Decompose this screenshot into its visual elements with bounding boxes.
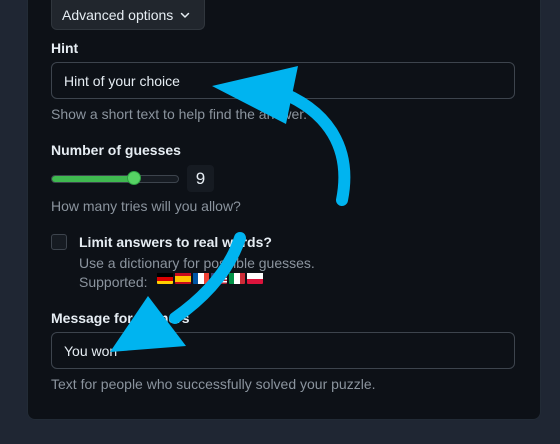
- guesses-slider[interactable]: [51, 171, 179, 185]
- german-flag-icon: [157, 272, 173, 284]
- slider-thumb[interactable]: [126, 171, 141, 185]
- guesses-label: Number of guesses: [51, 142, 181, 158]
- slider-fill: [52, 176, 134, 182]
- polish-flag-icon: [247, 272, 263, 284]
- italian-flag-icon: [229, 272, 245, 284]
- chevron-down-icon: [181, 12, 190, 18]
- hint-input[interactable]: [51, 62, 515, 99]
- limit-words-helper: Use a dictionary for possible guesses.: [79, 255, 315, 271]
- french-flag-icon: [193, 272, 209, 284]
- advanced-options-button[interactable]: Advanced options: [51, 0, 205, 30]
- limit-words-label[interactable]: Limit answers to real words?: [79, 234, 272, 250]
- limit-words-checkbox[interactable]: [51, 234, 67, 250]
- hint-helper: Show a short text to help find the answe…: [51, 106, 308, 122]
- hint-label: Hint: [51, 40, 79, 56]
- win-message-helper: Text for people who successfully solved …: [51, 376, 376, 392]
- win-message-input[interactable]: [51, 332, 515, 369]
- supported-label: Supported:: [79, 274, 148, 290]
- guesses-count: 9: [187, 165, 214, 192]
- spanish-flag-icon: [175, 272, 191, 284]
- guesses-helper: How many tries will you allow?: [51, 198, 241, 214]
- english-flag-icon: [211, 272, 227, 284]
- advanced-options-label: Advanced options: [62, 6, 174, 23]
- language-flags: [157, 272, 263, 284]
- win-message-label: Message for winners: [51, 310, 190, 326]
